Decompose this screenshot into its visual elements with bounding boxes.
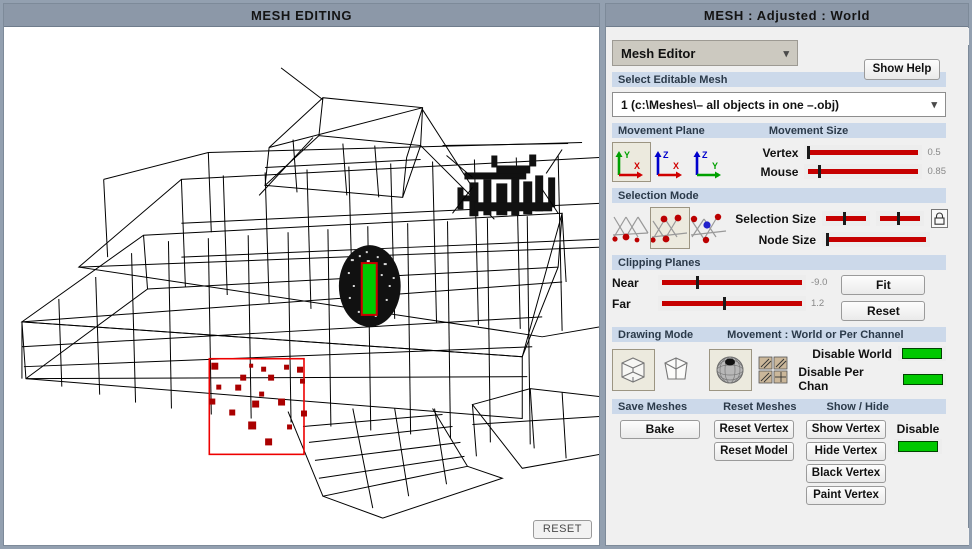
- movement-plane-zy-button[interactable]: Z Y: [690, 142, 729, 182]
- clipping-reset-button[interactable]: Reset: [841, 301, 926, 321]
- show-vertex-button[interactable]: Show Vertex: [806, 420, 886, 439]
- editable-mesh-dropdown[interactable]: 1 (c:\Meshes\– all objects in one –.obj)…: [612, 92, 946, 117]
- selection-mode-multi-button[interactable]: [650, 207, 690, 249]
- selected-object-ovoid: [338, 245, 401, 327]
- svg-text:Z: Z: [702, 150, 708, 160]
- disable-vertex-toggle[interactable]: [894, 439, 942, 454]
- mouse-size-label: Mouse: [760, 164, 799, 179]
- disable-per-chan-toggle[interactable]: [899, 371, 946, 387]
- app-window: MESH EDITING RESET MESH: Adjusted: Wor…: [0, 0, 972, 549]
- svg-text:Y: Y: [712, 161, 718, 171]
- editable-mesh-value: 1 (c:\Meshes\– all objects in one –.obj): [621, 97, 840, 112]
- mesh-editor-value: Mesh Editor: [621, 45, 696, 61]
- node-size-slider[interactable]: [822, 232, 930, 247]
- vertex-size-slider[interactable]: [804, 145, 923, 160]
- section-save-reset-show: Save Meshes Reset Meshes Show / Hide: [612, 399, 946, 414]
- selection-size-slider-max[interactable]: [876, 211, 924, 226]
- section-clipping-planes: Clipping Planes: [612, 255, 946, 270]
- mouse-size-value: 0.85: [927, 166, 946, 177]
- selection-size-slider-min[interactable]: [822, 211, 870, 226]
- selection-mode-single-button[interactable]: [612, 207, 650, 249]
- chevron-down-icon: ▾: [931, 99, 937, 111]
- movement-plane-yx-button[interactable]: Y X: [612, 142, 651, 182]
- lock-icon[interactable]: [931, 209, 948, 228]
- drawing-mode-solid-button[interactable]: [655, 349, 698, 391]
- vertex-size-value: 0.5: [927, 147, 941, 158]
- panel-title: MESH : Adjusted : World: [606, 4, 968, 27]
- chevron-down-icon: ▾: [783, 47, 789, 60]
- selection-size-label: Selection Size: [735, 211, 816, 226]
- bake-button[interactable]: Bake: [620, 420, 700, 439]
- near-label: Near: [612, 275, 639, 290]
- svg-text:X: X: [634, 161, 640, 171]
- show-help-button[interactable]: Show Help: [864, 59, 940, 80]
- reset-vertex-button[interactable]: Reset Vertex: [714, 420, 794, 439]
- section-drawing-mode: Drawing Mode Movement : World or Per Cha…: [612, 327, 946, 342]
- mesh-editing-viewport-panel: MESH EDITING RESET: [3, 3, 600, 546]
- section-label-save-meshes: Save Meshes: [618, 400, 688, 413]
- section-selection-mode: Selection Mode: [612, 188, 946, 203]
- svg-text:Y: Y: [624, 150, 630, 160]
- vertex-size-label: Vertex: [762, 145, 799, 160]
- section-label-reset-meshes: Reset Meshes: [723, 400, 797, 413]
- mouse-size-slider[interactable]: [804, 164, 923, 179]
- selection-mode-center-button[interactable]: [690, 207, 728, 249]
- black-vertex-button[interactable]: Black Vertex: [806, 464, 886, 483]
- wireframe-scene: [20, 67, 599, 519]
- mesh-editor-dropdown[interactable]: Mesh Editor ▾: [612, 40, 798, 66]
- section-label-show-hide: Show / Hide: [826, 400, 889, 413]
- disable-per-chan-label: Disable Per Chan: [798, 365, 864, 393]
- drawing-mode-wireframe-button[interactable]: [612, 348, 655, 391]
- node-size-label: Node Size: [758, 232, 816, 247]
- section-movement: Movement Plane Movement Size: [612, 123, 946, 138]
- vertex-selection-region: [208, 357, 307, 456]
- clipping-fit-button[interactable]: Fit: [841, 275, 926, 295]
- near-value: -9.0: [811, 277, 828, 288]
- far-clip-slider[interactable]: [658, 296, 806, 311]
- far-value: 1.2: [811, 298, 825, 309]
- mesh-properties-panel: MESH : Adjusted : World Mesh Editor ▾ Sh…: [605, 3, 969, 546]
- viewport-reset-button[interactable]: RESET: [532, 520, 592, 539]
- 3d-viewport[interactable]: RESET: [4, 28, 599, 545]
- viewport-title: MESH EDITING: [4, 4, 599, 27]
- disable-world-label: Disable World: [812, 346, 892, 361]
- near-clip-slider[interactable]: [658, 275, 806, 290]
- movement-sphere-button[interactable]: [709, 348, 752, 391]
- movement-plane-zx-button[interactable]: Z X: [651, 142, 690, 182]
- section-label: Select Editable Mesh: [618, 73, 728, 86]
- section-label-movement-world: Movement : World or Per Channel: [727, 328, 904, 341]
- texture-patches-button[interactable]: [752, 349, 795, 391]
- section-label-clipping: Clipping Planes: [618, 256, 701, 269]
- svg-text:Z: Z: [663, 150, 669, 160]
- section-label-movement-size: Movement Size: [768, 124, 849, 137]
- section-label-selection-mode: Selection Mode: [618, 189, 699, 202]
- section-label-movement-plane: Movement Plane: [618, 124, 705, 137]
- svg-text:X: X: [673, 161, 679, 171]
- disable-world-toggle[interactable]: [897, 346, 946, 361]
- hide-vertex-button[interactable]: Hide Vertex: [806, 442, 886, 461]
- far-label: Far: [612, 296, 631, 311]
- disable-label: Disable: [896, 422, 940, 436]
- section-label-drawing-mode: Drawing Mode: [618, 328, 694, 341]
- reset-model-button[interactable]: Reset Model: [714, 442, 794, 461]
- paint-vertex-button[interactable]: Paint Vertex: [806, 486, 886, 505]
